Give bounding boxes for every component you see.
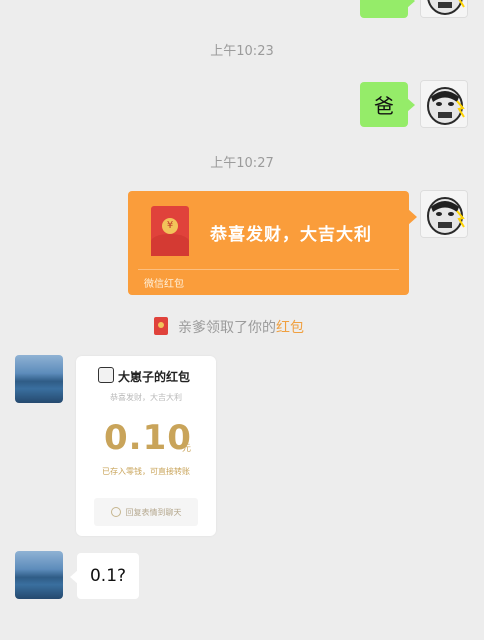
red-packet-status[interactable]: 已存入零钱，可直接转账 — [76, 466, 216, 477]
timestamp: 上午10:23 — [210, 44, 274, 59]
meme-face-icon — [421, 0, 467, 17]
red-packet-greeting: 恭喜发财，大吉大利 — [110, 393, 182, 402]
red-packet-title: 恭喜发财，大吉大利 — [210, 225, 372, 245]
red-packet-footer: 微信红包 — [144, 279, 184, 290]
red-packet-amount: 0.10 — [104, 418, 192, 458]
my-avatar[interactable] — [420, 80, 468, 128]
divider — [138, 269, 399, 270]
sent-message-bubble-partial[interactable] — [360, 0, 415, 18]
timestamp: 上午10:27 — [210, 156, 274, 171]
red-packet-sender-title: 大崽子的红包 — [118, 370, 191, 384]
red-packet-icon — [154, 317, 168, 335]
received-message-bubble[interactable]: 0.1? — [70, 553, 139, 599]
my-avatar[interactable] — [420, 0, 468, 18]
meme-face-icon — [421, 191, 467, 237]
contact-avatar[interactable] — [15, 551, 63, 599]
reply-sticker-label: 回复表情到聊天 — [125, 507, 182, 517]
my-avatar[interactable] — [420, 190, 468, 238]
red-packet-icon: ¥ — [151, 206, 189, 256]
sender-avatar — [98, 367, 114, 383]
system-notice-text: 亲爹领取了你的 — [178, 320, 276, 336]
contact-avatar[interactable] — [15, 355, 63, 403]
red-packet-message[interactable]: ¥ 恭喜发财，大吉大利 微信红包 — [128, 191, 417, 295]
reply-sticker-button[interactable]: 回复表情到聊天 — [94, 498, 198, 526]
received-message-text: 0.1? — [89, 566, 127, 586]
sent-message-text: 爸 — [374, 94, 394, 118]
red-packet-detail-card[interactable]: 大崽子的红包 恭喜发财，大吉大利 0.10 元 已存入零钱，可直接转账 回复表情… — [76, 356, 216, 536]
red-packet-link[interactable]: 红包 — [276, 320, 304, 336]
sent-message-bubble[interactable]: 爸 — [360, 82, 415, 127]
smile-icon — [110, 507, 121, 517]
red-packet-unit: 元 — [182, 444, 192, 454]
meme-face-icon — [421, 81, 467, 127]
system-notice: 亲爹领取了你的红包 — [178, 317, 304, 337]
